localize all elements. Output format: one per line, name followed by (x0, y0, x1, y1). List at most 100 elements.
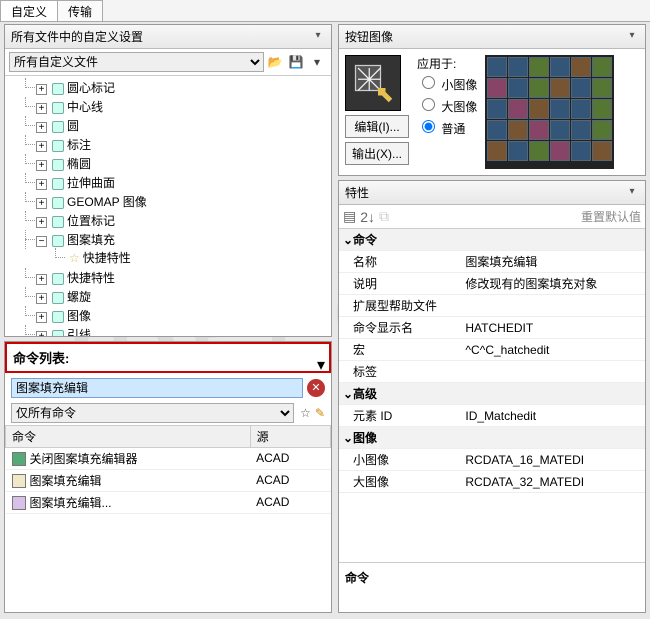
expand-icon[interactable]: + (36, 141, 47, 152)
node-icon (52, 197, 64, 209)
command-search-input[interactable] (11, 378, 303, 398)
tree-node-label: 圆 (67, 119, 79, 133)
prop-macro-value[interactable]: ^C^C_hatchedit (461, 339, 645, 361)
export-image-button[interactable]: 输出(X)... (345, 142, 409, 165)
expand-icon[interactable]: + (36, 331, 47, 336)
command-source: ACAD (250, 491, 330, 513)
radio-large-image[interactable]: 大图像 (417, 94, 477, 116)
expand-icon[interactable]: + (36, 122, 47, 133)
save-icon[interactable]: 💾 (286, 52, 306, 72)
tree-node[interactable]: + 快捷特性 (25, 268, 327, 287)
col-source[interactable]: 源 (250, 425, 330, 447)
expand-icon[interactable]: + (36, 274, 47, 285)
expand-icon[interactable]: + (36, 84, 47, 95)
tree-node[interactable]: + GEOMAP 图像 (25, 192, 327, 211)
icon-palette[interactable] (485, 55, 614, 169)
panel-title-button-image: 按钮图像 (345, 28, 393, 45)
tree-node[interactable]: + 引线 (25, 325, 327, 336)
button-image-preview (345, 55, 401, 111)
tab-transfer[interactable]: 传输 (57, 0, 103, 21)
expand-icon[interactable]: + (36, 179, 47, 190)
tree-leaf[interactable]: ☆快捷特性 (55, 248, 327, 267)
node-icon (52, 311, 64, 323)
tree-node-label: 位置标记 (67, 214, 115, 228)
prop-largeimg-value[interactable]: RCDATA_32_MATEDI (461, 471, 645, 493)
tree-node[interactable]: +拉伸曲面 (25, 173, 327, 192)
command-filter-select[interactable]: 仅所有命令 (11, 403, 294, 423)
tree-node-label: 标注 (67, 138, 91, 152)
panel-title-customize: 所有文件中的自定义设置 (11, 28, 143, 45)
star-icon: ☆ (69, 251, 80, 265)
prop-smallimg-value[interactable]: RCDATA_16_MATEDI (461, 449, 645, 471)
prop-name-value[interactable]: 图案填充编辑 (461, 251, 645, 273)
reset-defaults-button[interactable]: 重置默认值 (581, 208, 641, 225)
command-source: ACAD (250, 469, 330, 491)
node-icon (52, 102, 64, 114)
expand-icon[interactable]: + (36, 312, 47, 323)
command-grid: 命令 源 关闭图案填充编辑器ACAD图案填充编辑ACAD图案填充编辑...ACA… (5, 425, 331, 613)
panel-toggle-icon[interactable]: ▾ (625, 186, 639, 200)
property-help-footer: 命令 (339, 562, 645, 612)
edit-image-button[interactable]: 编辑(I)... (345, 115, 409, 138)
table-row[interactable]: 关闭图案填充编辑器 ACAD (6, 447, 331, 469)
command-list-heading: 命令列表: (7, 344, 329, 371)
expand-icon[interactable]: + (36, 293, 47, 304)
file-selector[interactable]: 所有自定义文件 (9, 52, 264, 72)
prop-desc-value[interactable]: 修改现有的图案填充对象 (461, 273, 645, 295)
command-name: 关闭图案填充编辑器 (30, 452, 138, 466)
tree-node[interactable]: +圆 (25, 116, 327, 135)
tree-node-label: 快捷特性 (67, 271, 115, 285)
tree-node[interactable]: + 标注 (25, 135, 327, 154)
tree-node[interactable]: +圆心标记 (25, 78, 327, 97)
node-icon (52, 216, 64, 228)
prop-sort-icon[interactable]: 2↓ (360, 209, 375, 225)
expand-icon[interactable]: + (36, 103, 47, 114)
panel-toggle-icon[interactable]: ▾ (317, 355, 325, 375)
tree-node-label: 引线 (67, 328, 91, 336)
node-icon (52, 273, 64, 285)
expand-icon[interactable]: + (36, 198, 47, 209)
prop-help-value[interactable] (461, 295, 645, 317)
tree-node[interactable]: + 位置标记 (25, 211, 327, 230)
table-row[interactable]: 图案填充编辑 ACAD (6, 469, 331, 491)
menu-icon[interactable]: ▾ (307, 52, 327, 72)
tree-node-label: 图像 (67, 309, 91, 323)
tree-leaf-label: 快捷特性 (83, 251, 131, 265)
prop-elementid-value[interactable]: ID_Matchedit (461, 405, 645, 427)
command-icon (12, 452, 26, 466)
col-command[interactable]: 命令 (6, 425, 251, 447)
radio-normal[interactable]: 普通 (417, 116, 477, 138)
tree-node-label: GEOMAP 图像 (67, 195, 147, 209)
apply-to-label: 应用于: (417, 55, 477, 72)
tree-node-label: 图案填充 (67, 233, 115, 247)
tree-node[interactable]: +椭圆 (25, 154, 327, 173)
prop-dispname-value[interactable]: HATCHEDIT (461, 317, 645, 339)
prop-tag-value[interactable] (461, 361, 645, 383)
star-filter-icon[interactable]: ☆ (300, 406, 311, 420)
radio-small-image[interactable]: 小图像 (417, 72, 477, 94)
tree-node[interactable]: −图案填充☆快捷特性 (25, 230, 327, 268)
clear-search-icon[interactable]: ✕ (307, 379, 325, 397)
command-source: ACAD (250, 447, 330, 469)
table-row[interactable]: 图案填充编辑...ACAD (6, 491, 331, 513)
prop-cat-icon[interactable]: ▤ (343, 208, 356, 225)
panel-toggle-icon[interactable]: ▾ (311, 30, 325, 44)
command-name: 图案填充编辑 (30, 474, 102, 488)
command-icon (12, 474, 26, 488)
node-icon (52, 83, 64, 95)
expand-icon[interactable]: + (36, 217, 47, 228)
expand-icon[interactable]: + (36, 160, 47, 171)
node-icon (52, 121, 64, 133)
tree-node[interactable]: + 图像 (25, 306, 327, 325)
collapse-icon[interactable]: − (36, 236, 47, 247)
node-icon (52, 292, 64, 304)
command-icon (12, 496, 26, 510)
tree-node[interactable]: +中心线 (25, 97, 327, 116)
tab-customize[interactable]: 自定义 (0, 0, 58, 21)
panel-toggle-icon[interactable]: ▾ (625, 30, 639, 44)
tree-node[interactable]: + 螺旋 (25, 287, 327, 306)
user-filter-icon[interactable]: ✎ (315, 406, 325, 420)
prop-filter-icon[interactable]: ⧉ (379, 208, 389, 225)
open-icon[interactable]: 📂 (265, 52, 285, 72)
tree-node-label: 螺旋 (67, 290, 91, 304)
